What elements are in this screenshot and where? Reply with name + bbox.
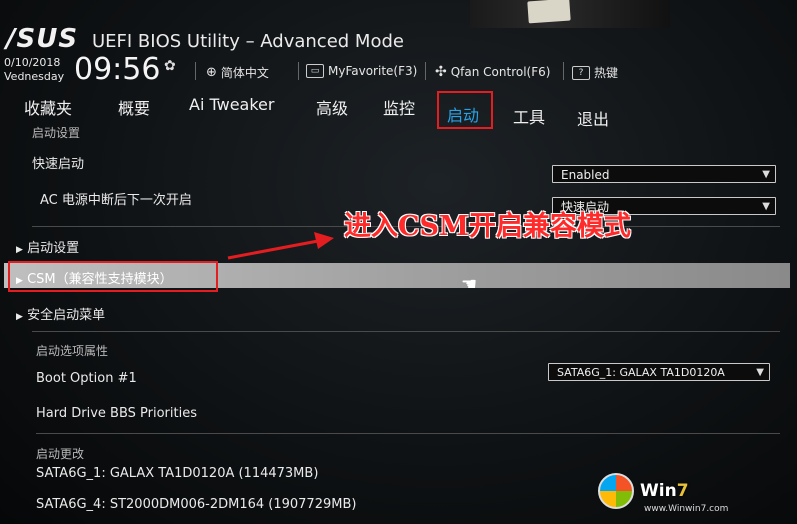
- watermark-brand: Win7: [640, 481, 689, 501]
- annotation-arrow: [227, 232, 334, 260]
- annotation-text: 进入CSM开启兼容模式: [344, 211, 631, 242]
- watermark-url: www.Winwin7.com: [644, 504, 729, 514]
- windows-logo-icon: [598, 473, 634, 509]
